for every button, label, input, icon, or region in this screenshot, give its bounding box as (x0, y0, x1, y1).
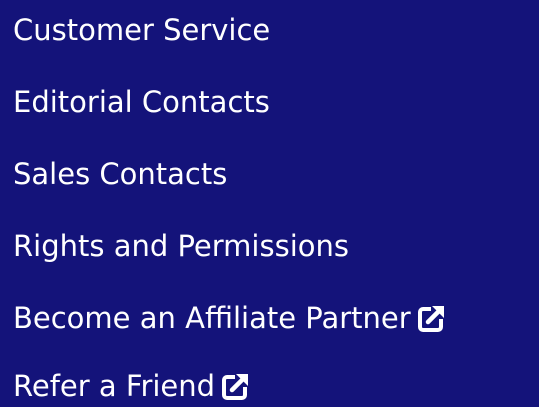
sales-contacts-label: Sales Contacts (13, 157, 228, 191)
editorial-contacts-link[interactable]: Editorial Contacts (13, 82, 270, 122)
rights-and-permissions-label: Rights and Permissions (13, 229, 349, 263)
become-affiliate-partner-link[interactable]: Become an Affiliate Partner (13, 298, 447, 338)
external-link-icon (221, 371, 251, 401)
customer-service-label: Customer Service (13, 13, 271, 47)
sales-contacts-link[interactable]: Sales Contacts (13, 154, 227, 194)
refer-a-friend-label: Refer a Friend (13, 369, 216, 403)
contact-links-menu: Customer Service Editorial Contacts Sale… (0, 0, 539, 407)
customer-service-link[interactable]: Customer Service (13, 10, 270, 50)
editorial-contacts-label: Editorial Contacts (13, 85, 270, 119)
refer-a-friend-link[interactable]: Refer a Friend (13, 366, 251, 406)
become-affiliate-partner-label: Become an Affiliate Partner (13, 301, 411, 335)
rights-and-permissions-link[interactable]: Rights and Permissions (13, 226, 349, 266)
external-link-icon (417, 303, 447, 333)
